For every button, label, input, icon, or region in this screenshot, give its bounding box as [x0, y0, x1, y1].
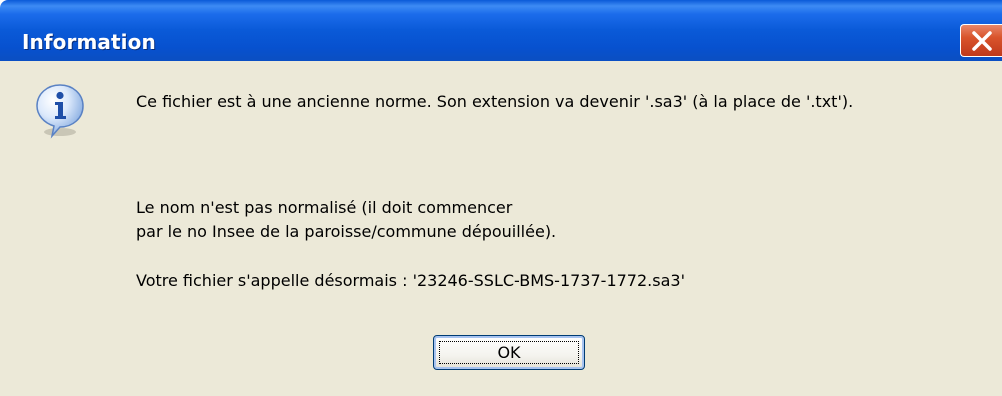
information-dialog: Information Ce fichier est à une ancienn…: [0, 0, 1002, 396]
message-line-4: Votre fichier s'appelle désormais : '232…: [136, 271, 685, 290]
message-line-3: par le no Insee de la paroisse/commune d…: [136, 222, 557, 241]
information-icon: [36, 84, 84, 139]
title-bar[interactable]: Information: [0, 0, 1002, 61]
message-line-2: Le nom n'est pas normalisé (il doit comm…: [136, 198, 513, 217]
ok-button[interactable]: OK: [433, 335, 585, 370]
close-button[interactable]: [960, 24, 1002, 57]
close-icon: [972, 31, 992, 51]
message-line-1: Ce fichier est à une ancienne norme. Son…: [136, 92, 854, 111]
window-title: Information: [22, 30, 156, 54]
ok-button-label: OK: [497, 343, 521, 362]
